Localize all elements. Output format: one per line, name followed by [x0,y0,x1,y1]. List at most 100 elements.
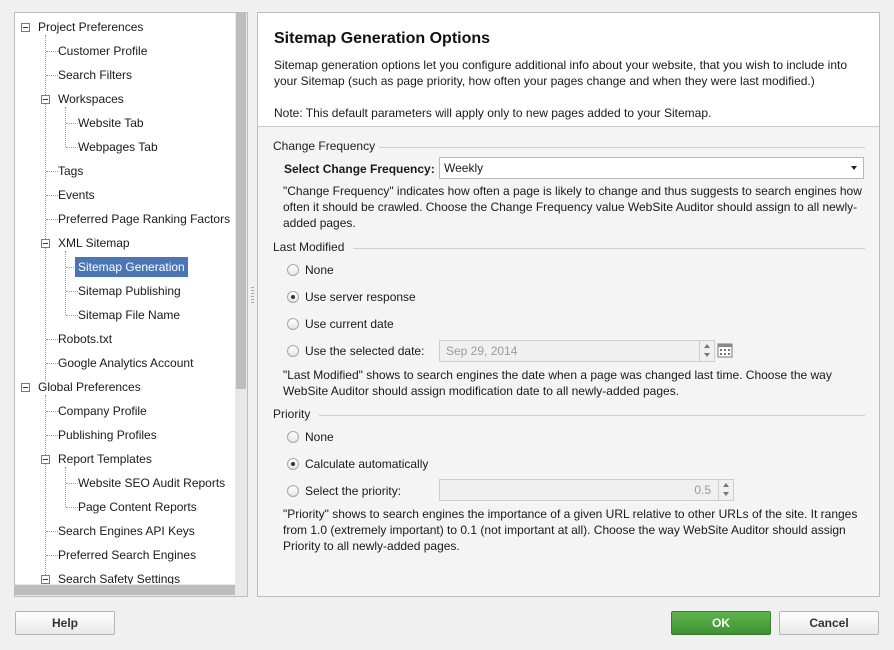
priority-spinner-field[interactable]: 0.5 [439,479,734,501]
tree-item-sitemap-generation[interactable]: Sitemap Generation [75,257,188,277]
tree-item-project-preferences[interactable]: Project Preferences [35,17,146,37]
tree-item-customer-profile[interactable]: Customer Profile [55,41,150,61]
spin-down-icon[interactable] [723,492,729,496]
date-spinner-buttons[interactable] [699,341,714,361]
tree-viewport: Project Preferences Customer Profile Sea… [15,13,234,584]
radio-label: Select the priority: [305,484,402,498]
change-frequency-value: Weekly [444,161,484,175]
radio-button[interactable] [287,318,299,330]
priority-help: "Priority" shows to search engines the i… [283,507,858,553]
priority-spinner-buttons[interactable] [718,480,733,500]
page-description: Sitemap generation options let you confi… [274,58,848,88]
change-frequency-help: "Change Frequency" indicates how often a… [283,184,862,230]
section-divider [319,415,865,416]
tree-item-report-templates[interactable]: Report Templates [55,449,155,469]
scrollbar-thumb[interactable] [15,585,235,595]
tree-item-label: Report Templates [58,452,152,466]
tree-item-company-profile[interactable]: Company Profile [55,401,150,421]
ok-button[interactable]: OK [671,611,771,635]
section-title-priority: Priority [273,407,311,421]
collapse-icon[interactable] [41,575,50,584]
radio-label: None [305,430,334,444]
radio-button[interactable] [287,485,299,497]
last-modified-help: "Last Modified" shows to search engines … [283,368,832,398]
tree-item-xml-sitemap[interactable]: XML Sitemap [55,233,133,253]
tree-item-webpages-tab[interactable]: Webpages Tab [75,137,161,157]
collapse-icon[interactable] [21,383,30,392]
tree-item-robots-txt[interactable]: Robots.txt [55,329,115,349]
tree-item-label: Google Analytics Account [58,356,194,370]
section-title-last-modified: Last Modified [273,240,345,254]
tree-item-label: Robots.txt [58,332,113,346]
radio-button[interactable] [287,431,299,443]
page-title: Sitemap Generation Options [274,30,491,47]
tree-item-tags[interactable]: Tags [55,161,86,181]
tree-item-label: Search Safety Settings [58,572,181,584]
tree-item-publishing-profiles[interactable]: Publishing Profiles [55,425,160,445]
tree-item-label: Website Tab [78,116,144,130]
spin-down-icon[interactable] [704,353,710,357]
tree-item-label: Preferred Page Ranking Factors [58,212,231,226]
dropdown-arrow-icon [851,166,857,170]
radio-label: Use server response [305,290,416,304]
scrollbar-thumb[interactable] [236,13,246,389]
tree-item-search-filters[interactable]: Search Filters [55,65,135,85]
tree-item-preferred-search-engines[interactable]: Preferred Search Engines [55,545,199,565]
preferences-tree: Project Preferences Customer Profile Sea… [14,12,248,597]
change-frequency-label: Select Change Frequency: [284,162,435,176]
radio-label: Calculate automatically [305,457,429,471]
tree-item-workspaces[interactable]: Workspaces [55,89,127,109]
tree-item-label: Events [58,188,95,202]
date-value: Sep 29, 2014 [446,344,518,358]
tree-guide-line [65,107,66,147]
radio-button[interactable] [287,291,299,303]
tree-item-website-seo-audit-reports[interactable]: Website SEO Audit Reports [75,473,228,493]
tree-item-global-preferences[interactable]: Global Preferences [35,377,144,397]
tree-item-sitemap-publishing[interactable]: Sitemap Publishing [75,281,184,301]
radio-button[interactable] [287,345,299,357]
tree-horizontal-scrollbar[interactable] [15,584,247,596]
tree-item-label: Page Content Reports [78,500,197,514]
settings-header: Sitemap Generation Options Sitemap gener… [258,13,879,127]
section-title-change-frequency: Change Frequency [273,139,376,153]
tree-item-label: Search Engines API Keys [58,524,195,538]
tree-item-label: Tags [58,164,84,178]
tree-guide-line [65,251,66,315]
spin-up-icon[interactable] [704,344,710,348]
calendar-icon[interactable] [717,342,733,358]
tree-item-label: Sitemap Publishing [78,284,181,298]
collapse-icon[interactable] [41,455,50,464]
page-note: Note: This default parameters will apply… [274,106,712,120]
spin-up-icon[interactable] [723,483,729,487]
cancel-button[interactable]: Cancel [779,611,879,635]
splitter-grip[interactable] [250,285,255,315]
radio-label: None [305,263,334,277]
change-frequency-select[interactable]: Weekly [439,157,864,179]
tree-vertical-scrollbar[interactable] [235,13,247,584]
tree-item-label: Sitemap Generation [75,257,188,277]
tree-item-search-engines-api-keys[interactable]: Search Engines API Keys [55,521,198,541]
tree-item-label: Search Filters [58,68,133,82]
radio-label: Use current date [305,317,394,331]
tree-item-website-tab[interactable]: Website Tab [75,113,147,133]
tree-item-page-content-reports[interactable]: Page Content Reports [75,497,200,517]
radio-button[interactable] [287,458,299,470]
tree-item-label: Workspaces [58,92,124,106]
tree-item-sitemap-file-name[interactable]: Sitemap File Name [75,305,183,325]
radio-button[interactable] [287,264,299,276]
help-button[interactable]: Help [15,611,115,635]
section-divider [353,248,865,249]
collapse-icon[interactable] [41,239,50,248]
date-spinner-field[interactable]: Sep 29, 2014 [439,340,715,362]
tree-guide-line [45,35,46,381]
tree-item-label: XML Sitemap [58,236,130,250]
tree-guide-line [65,467,66,507]
tree-item-search-safety-settings[interactable]: Search Safety Settings [55,569,183,584]
collapse-icon[interactable] [41,95,50,104]
collapse-icon[interactable] [21,23,30,32]
tree-item-preferred-page-ranking-factors[interactable]: Preferred Page Ranking Factors [55,209,233,229]
tree-item-label: Global Preferences [38,380,141,394]
tree-item-google-analytics-account[interactable]: Google Analytics Account [55,353,196,373]
tree-item-events[interactable]: Events [55,185,98,205]
section-divider [379,147,865,148]
